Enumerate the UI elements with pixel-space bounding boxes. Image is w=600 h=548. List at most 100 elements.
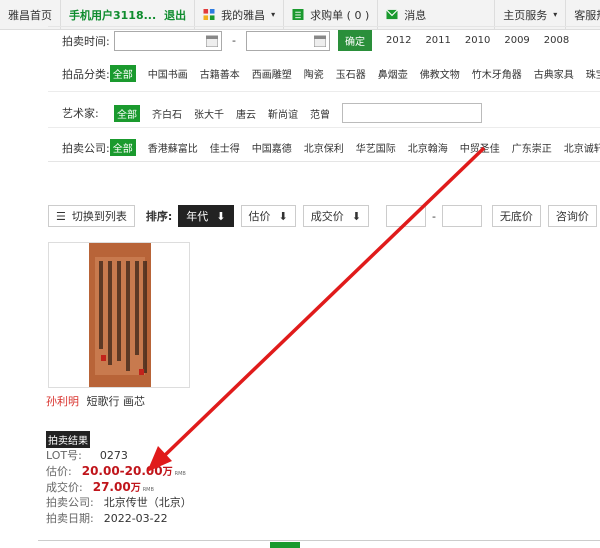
category-option[interactable]: 玉石器 — [336, 66, 366, 81]
category-label: 拍品分类: — [62, 67, 110, 81]
sort-year-button[interactable]: 年代 ⬇ — [178, 205, 234, 227]
estimate-label: 估价: — [46, 465, 72, 478]
year-option[interactable]: 2008 — [544, 35, 569, 46]
category-option[interactable]: 鼻烟壶 — [378, 66, 408, 81]
sort-deal-label: 成交价 — [310, 210, 344, 223]
artist-option[interactable]: 范曾 — [310, 106, 330, 121]
company-row: 拍卖公司: 北京传世（北京） — [46, 494, 192, 510]
artwork-title[interactable]: 孙利明 短歌行 画芯 — [46, 393, 145, 409]
artist-all[interactable]: 全部 — [114, 104, 140, 122]
arrow-down-icon: ⬇ — [216, 209, 226, 223]
purchase-list-label: 求购单 ( 0 ) — [310, 8, 370, 22]
artwork-name: 短歌行 画芯 — [86, 395, 146, 408]
chevron-down-icon: ▾ — [271, 10, 276, 19]
year-option[interactable]: 2011 — [425, 35, 450, 46]
end-date-input[interactable] — [245, 30, 330, 51]
date-row: 拍卖日期: 2022-03-22 — [46, 510, 168, 526]
my-artron-label: 我的雅昌 — [221, 8, 266, 22]
company-option[interactable]: 北京翰海 — [408, 140, 448, 155]
no-reserve-button[interactable]: 无底价 — [491, 205, 541, 227]
category-option[interactable]: 中国书画 — [148, 66, 188, 81]
toggle-list-button[interactable]: ☰ 切换到列表 — [48, 205, 135, 227]
year-option[interactable]: 2012 — [386, 35, 411, 46]
sort-estimate-button[interactable]: 估价 ⬇ — [240, 205, 296, 227]
services-label: 主页服务 — [503, 8, 548, 22]
estimate-value: 20.00-20.00万 — [81, 464, 173, 478]
calendar-icon[interactable] — [206, 35, 218, 47]
sort-year-label: 年代 — [186, 210, 209, 223]
company-option[interactable]: 佳士得 — [210, 140, 240, 155]
chevron-down-icon: ▾ — [553, 10, 558, 19]
company-label: 拍卖公司: — [46, 496, 94, 509]
artist-option[interactable]: 齐白石 — [152, 106, 182, 121]
artist-label: 艺术家: — [62, 107, 99, 120]
start-date-input[interactable] — [114, 30, 222, 51]
deal-row: 成交价: 27.00万 RMB — [46, 479, 154, 495]
messages-label: 消息 — [404, 8, 427, 22]
artist-link[interactable]: 孙利明 — [46, 395, 79, 408]
price-min-input[interactable] — [385, 205, 426, 227]
time-filter-row: 拍卖时间: - 确定 2012 2011 2010 2009 2008 — [48, 30, 600, 51]
deal-value: 27.00万 — [92, 480, 141, 494]
category-filter-row: 拍品分类: 全部 中国书画 古籍善本 西画雕塑 陶瓷 玉石器 鼻烟壶 佛教文物 … — [48, 65, 600, 82]
category-option[interactable]: 佛教文物 — [420, 66, 460, 81]
lot-label: LOT号: — [46, 449, 82, 462]
company-label: 拍卖公司: — [62, 141, 110, 155]
estimate-row: 估价: 20.00-20.00万 RMB — [46, 463, 186, 479]
artwork-thumbnail[interactable] — [48, 242, 190, 388]
lot-row: LOT号: 0273 — [46, 447, 128, 463]
divider — [48, 91, 600, 92]
auction-result-tag: 拍卖结果 — [46, 431, 90, 448]
arrow-down-icon: ⬇ — [278, 209, 288, 223]
company-option[interactable]: 北京保利 — [304, 140, 344, 155]
divider — [38, 540, 600, 541]
currency-label: RMB — [142, 487, 154, 493]
divider — [48, 127, 600, 128]
artist-option[interactable]: 张大千 — [194, 106, 224, 121]
artist-filter-row: 艺术家: 全部 齐白石 张大千 唐云 靳尚谊 范曾 — [48, 103, 600, 123]
deal-label: 成交价: — [46, 481, 83, 494]
company-all[interactable]: 全部 — [109, 139, 136, 156]
category-option[interactable]: 竹木牙角器 — [472, 66, 522, 81]
confirm-button[interactable]: 确定 — [337, 30, 372, 51]
category-option[interactable]: 西画雕塑 — [252, 66, 292, 81]
calligraphy-image — [89, 243, 151, 387]
category-option[interactable]: 古典家具 — [534, 66, 574, 81]
date-value: 2022-03-22 — [103, 512, 168, 525]
company-value: 北京传世（北京） — [103, 496, 192, 509]
app-logo-icon — [203, 9, 215, 20]
sort-label: 排序: — [145, 210, 173, 223]
price-max-input[interactable] — [441, 205, 482, 227]
date-separator: - — [232, 34, 236, 47]
list-icon: ☰ — [56, 209, 66, 223]
year-option[interactable]: 2010 — [465, 35, 490, 46]
arrow-down-icon: ⬇ — [351, 209, 361, 223]
artist-search-input[interactable] — [342, 103, 482, 123]
company-option[interactable]: 广东崇正 — [512, 140, 552, 155]
time-label: 拍卖时间: — [62, 34, 110, 48]
company-option[interactable]: 中国嘉德 — [252, 140, 292, 155]
date-label: 拍卖日期: — [46, 512, 94, 525]
company-option[interactable]: 中贸圣佳 — [460, 140, 500, 155]
category-option[interactable]: 陶瓷 — [304, 66, 324, 81]
calendar-icon[interactable] — [313, 35, 326, 47]
inquiry-button[interactable]: 咨询价 — [547, 205, 597, 227]
toggle-list-label: 切换到列表 — [71, 210, 127, 223]
company-option[interactable]: 北京诚轩 — [564, 140, 600, 155]
company-option[interactable]: 香港蘇富比 — [148, 140, 198, 155]
category-option[interactable]: 古籍善本 — [200, 66, 240, 81]
filter-panel: 拍卖时间: - 确定 2012 2011 2010 2009 2008 拍品分类… — [48, 26, 600, 162]
artist-option[interactable]: 靳尚谊 — [268, 106, 298, 121]
lot-value: 0273 — [99, 449, 128, 462]
pager-active[interactable] — [270, 542, 300, 548]
mail-icon — [386, 9, 399, 20]
artist-option[interactable]: 唐云 — [236, 106, 256, 121]
sort-deal-button[interactable]: 成交价 ⬇ — [302, 205, 369, 227]
company-option[interactable]: 华艺国际 — [356, 140, 396, 155]
category-all[interactable]: 全部 — [109, 65, 136, 82]
range-separator: - — [431, 209, 436, 223]
year-option[interactable]: 2009 — [504, 35, 529, 46]
currency-label: RMB — [174, 471, 186, 477]
category-option[interactable]: 珠宝 — [586, 66, 600, 81]
sort-bar: ☰ 切换到列表 排序: 年代 ⬇ 估价 ⬇ 成交价 ⬇ - 无底价 咨询价 — [48, 200, 600, 230]
